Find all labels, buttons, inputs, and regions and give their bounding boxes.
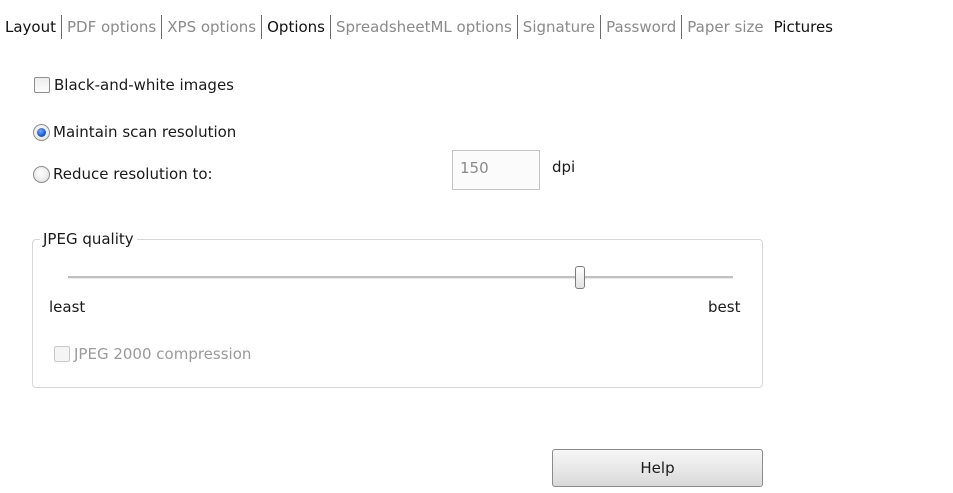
tab-layout[interactable]: Layout <box>0 15 61 39</box>
slider-max-label: best <box>708 298 741 316</box>
reduce-resolution-radio[interactable] <box>33 165 50 183</box>
maintain-resolution-option[interactable]: Maintain scan resolution <box>33 123 236 141</box>
black-white-label: Black-and-white images <box>54 76 234 94</box>
jpeg-quality-slider-thumb[interactable] <box>575 266 586 289</box>
tab-signature[interactable]: Signature <box>518 15 600 39</box>
reduce-resolution-label: Reduce resolution to: <box>53 165 213 183</box>
reduce-resolution-option[interactable]: Reduce resolution to: <box>33 165 213 183</box>
slider-min-label: least <box>49 298 86 316</box>
resolution-input[interactable]: 150 <box>452 150 540 190</box>
tab-xps-options[interactable]: XPS options <box>162 15 261 39</box>
jpeg2000-checkbox <box>54 346 70 362</box>
jpeg2000-option: JPEG 2000 compression <box>54 345 251 363</box>
maintain-resolution-radio[interactable] <box>33 123 50 141</box>
tab-options[interactable]: Options <box>262 15 330 39</box>
tab-spreadsheetml-options[interactable]: SpreadsheetML options <box>331 15 517 39</box>
tab-password[interactable]: Password <box>601 15 681 39</box>
jpeg-quality-group <box>32 239 763 388</box>
help-button[interactable]: Help <box>552 449 763 487</box>
jpeg-quality-slider-track[interactable] <box>68 276 733 279</box>
black-white-checkbox[interactable] <box>34 77 50 93</box>
jpeg2000-label: JPEG 2000 compression <box>74 345 252 363</box>
tab-paper-size[interactable]: Paper size <box>682 15 768 39</box>
jpeg-quality-title: JPEG quality <box>40 230 137 248</box>
maintain-resolution-label: Maintain scan resolution <box>53 123 237 141</box>
resolution-unit: dpi <box>552 158 576 176</box>
tab-pdf-options[interactable]: PDF options <box>62 15 161 39</box>
tab-bar: Layout PDF options XPS options Options S… <box>0 12 838 42</box>
tab-pictures[interactable]: Pictures <box>769 15 838 39</box>
black-white-option[interactable]: Black-and-white images <box>34 76 234 94</box>
